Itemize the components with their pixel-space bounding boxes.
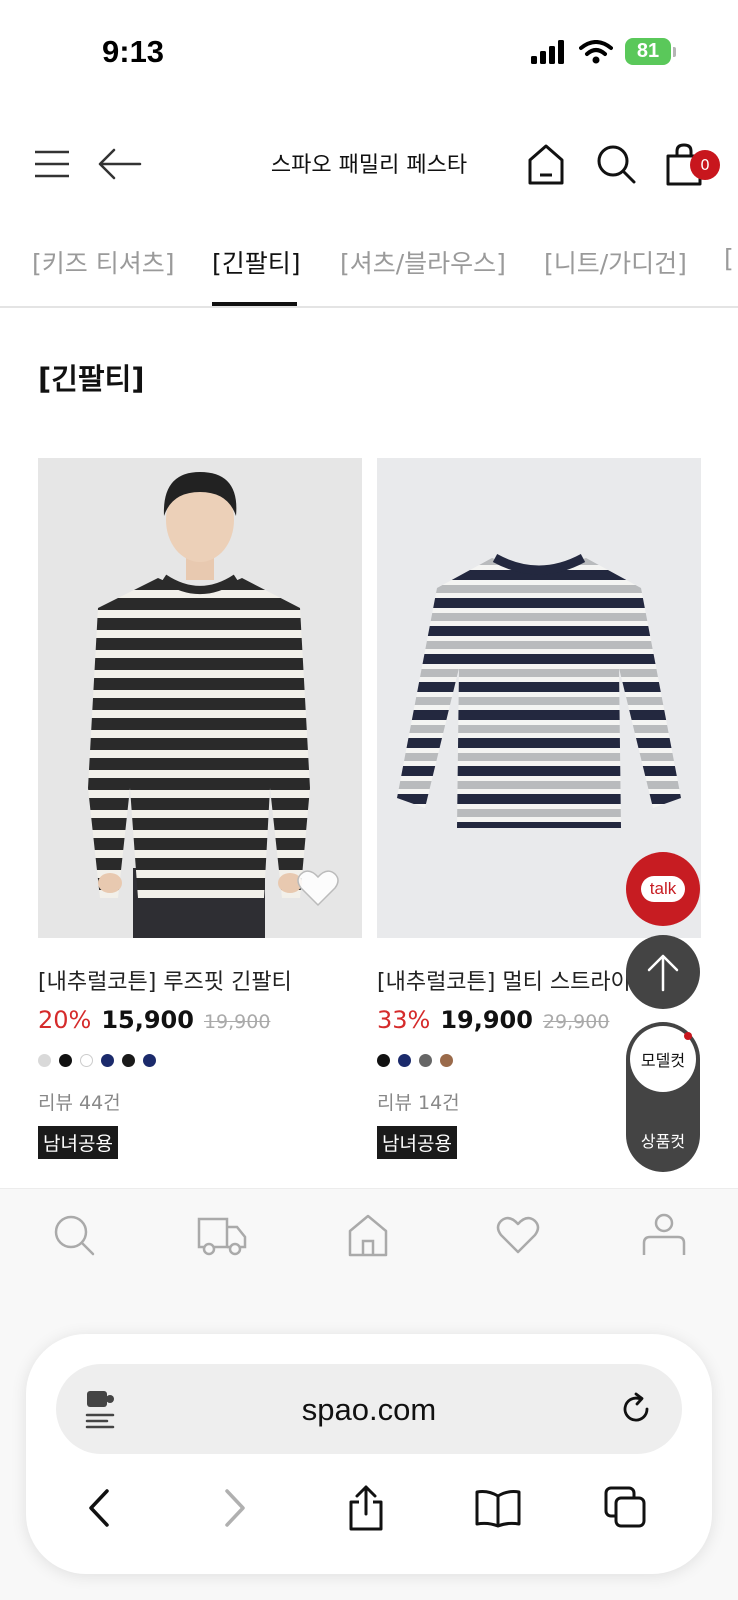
status-bar: 9:13 81 bbox=[0, 0, 738, 100]
browser-forward-icon[interactable] bbox=[206, 1480, 262, 1536]
color-swatch bbox=[143, 1054, 156, 1067]
browser-back-icon[interactable] bbox=[72, 1480, 128, 1536]
model-photo bbox=[88, 472, 310, 938]
color-swatches bbox=[38, 1054, 156, 1067]
talk-label: talk bbox=[640, 876, 686, 902]
tab-shirts-blouses[interactable]: [셔츠/블라우스] bbox=[340, 244, 506, 280]
model-cut-label: 모델컷 bbox=[640, 1051, 686, 1070]
price-row: 20% 15,900 19,900 bbox=[38, 1006, 270, 1034]
page-title: 스파오 패밀리 페스타 bbox=[270, 153, 468, 178]
status-time: 9:13 bbox=[102, 34, 165, 69]
menu-icon[interactable] bbox=[28, 140, 76, 188]
section-title: [긴팔티] bbox=[38, 362, 145, 396]
arrow-up-icon bbox=[647, 954, 679, 992]
url-text[interactable]: spao.com bbox=[56, 1392, 682, 1428]
product-name[interactable]: [내추럴코튼] 멀티 스트라이 bbox=[377, 964, 631, 996]
model-cut-button[interactable]: 모델컷 bbox=[630, 1026, 696, 1092]
share-icon[interactable] bbox=[338, 1480, 394, 1536]
nav-user-icon[interactable] bbox=[638, 1209, 690, 1261]
color-swatch bbox=[38, 1054, 51, 1067]
sale-price: 15,900 bbox=[101, 1006, 194, 1034]
unisex-badge: 남녀공용 bbox=[377, 1126, 457, 1159]
color-swatch bbox=[101, 1054, 114, 1067]
view-toggle: 모델컷 상품컷 bbox=[626, 1022, 700, 1172]
heart-icon[interactable] bbox=[296, 868, 340, 908]
reload-icon[interactable] bbox=[612, 1385, 660, 1433]
search-icon[interactable] bbox=[592, 140, 640, 188]
nav-truck-icon[interactable] bbox=[196, 1209, 248, 1261]
tab-long-sleeve[interactable]: [긴팔티] bbox=[212, 244, 301, 280]
active-tab-indicator bbox=[212, 302, 297, 306]
cellular-signal-icon bbox=[531, 39, 564, 64]
nav-home-icon[interactable] bbox=[342, 1209, 394, 1261]
color-swatch bbox=[419, 1054, 432, 1067]
color-swatch bbox=[440, 1054, 453, 1067]
review-count: 리뷰 14건 bbox=[377, 1092, 460, 1114]
discount-rate: 20% bbox=[38, 1006, 92, 1034]
app-header: 스파오 패밀리 페스타 0 bbox=[0, 125, 738, 205]
tab-knit-cardigan[interactable]: [니트/가디건] bbox=[544, 244, 687, 280]
status-icons: 81 bbox=[531, 38, 676, 65]
bookmarks-icon[interactable] bbox=[470, 1480, 526, 1536]
battery-level: 81 bbox=[625, 38, 671, 65]
product-name[interactable]: [내추럴코튼] 루즈핏 긴팔티 bbox=[38, 964, 292, 996]
nav-search-icon[interactable] bbox=[48, 1209, 100, 1261]
color-swatch bbox=[80, 1054, 93, 1067]
tabs-icon[interactable] bbox=[598, 1480, 654, 1536]
scroll-top-button[interactable] bbox=[626, 935, 700, 1009]
browser-toolbar: spao.com bbox=[26, 1334, 712, 1574]
wifi-icon bbox=[579, 39, 613, 63]
product-image[interactable] bbox=[38, 458, 362, 938]
category-tabs: [키즈 티셔츠] [긴팔티] [셔츠/블라우스] [니트/가디건] [ bbox=[0, 236, 738, 308]
original-price: 19,900 bbox=[203, 1011, 271, 1033]
discount-rate: 33% bbox=[377, 1006, 431, 1034]
battery-indicator: 81 bbox=[625, 38, 676, 65]
price-row: 33% 19,900 29,900 bbox=[377, 1006, 609, 1034]
color-swatch bbox=[377, 1054, 390, 1067]
home-icon[interactable] bbox=[522, 140, 570, 188]
tab-kids-tshirts[interactable]: [키즈 티셔츠] bbox=[32, 244, 174, 280]
shopping-bag-icon[interactable]: 0 bbox=[660, 140, 720, 188]
back-arrow-icon[interactable] bbox=[96, 140, 144, 188]
tab-next-partial[interactable]: [ bbox=[724, 244, 734, 273]
color-swatch bbox=[122, 1054, 135, 1067]
product-cut-button[interactable]: 상품컷 bbox=[626, 1128, 700, 1152]
address-bar[interactable]: spao.com bbox=[56, 1364, 682, 1454]
notification-dot bbox=[684, 1032, 692, 1040]
cart-count-badge: 0 bbox=[690, 150, 720, 180]
talk-chat-button[interactable]: talk bbox=[626, 852, 700, 926]
color-swatches bbox=[377, 1054, 453, 1067]
color-swatch bbox=[398, 1054, 411, 1067]
review-count: 리뷰 44건 bbox=[38, 1092, 121, 1114]
color-swatch bbox=[59, 1054, 72, 1067]
unisex-badge: 남녀공용 bbox=[38, 1126, 118, 1159]
nav-heart-icon[interactable] bbox=[492, 1209, 544, 1261]
original-price: 29,900 bbox=[542, 1011, 610, 1033]
sale-price: 19,900 bbox=[440, 1006, 533, 1034]
battery-cap bbox=[673, 46, 676, 57]
